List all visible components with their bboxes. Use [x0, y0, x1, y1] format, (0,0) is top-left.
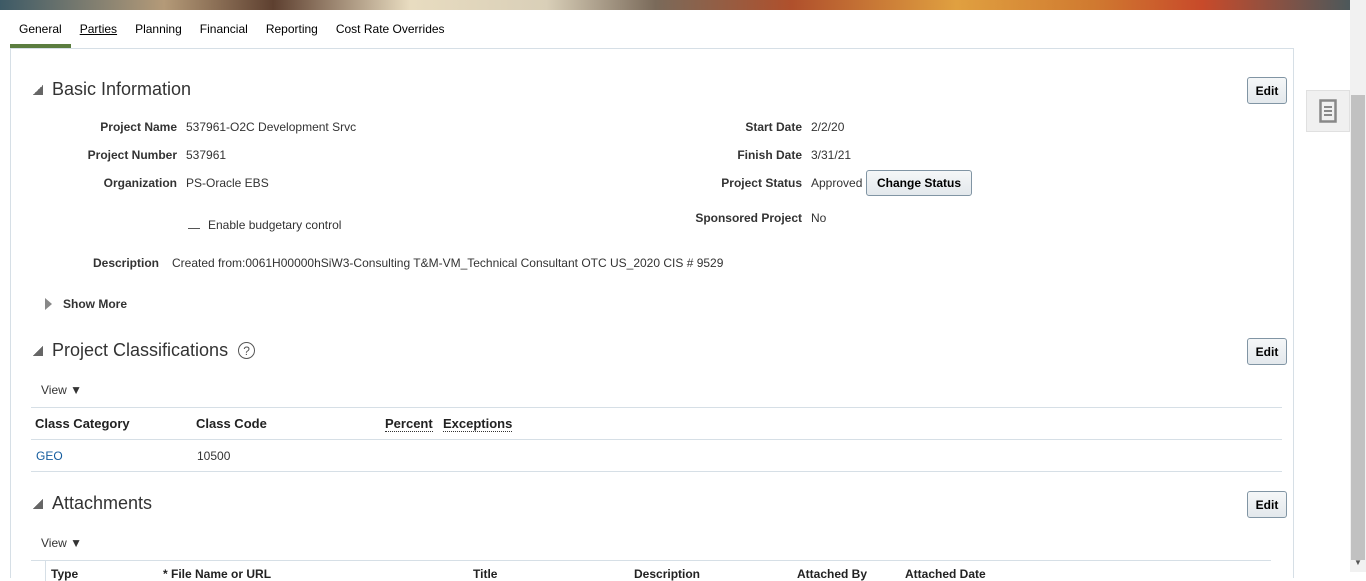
side-panel-toggle[interactable] — [1306, 90, 1350, 132]
tab-financial[interactable]: Financial — [191, 14, 257, 48]
classifications-edit-button[interactable]: Edit — [1247, 338, 1287, 365]
section-title: Attachments — [52, 493, 153, 513]
column-header-class-code[interactable]: Class Code — [196, 416, 267, 431]
show-more-toggle[interactable]: Show More — [45, 297, 127, 311]
basic-information-header[interactable]: Basic Information — [33, 79, 191, 100]
tab-cost-rate-overrides[interactable]: Cost Rate Overrides — [327, 14, 454, 48]
column-header-attached-by[interactable]: Attached By — [797, 567, 867, 581]
tab-planning[interactable]: Planning — [126, 14, 191, 48]
vertical-scrollbar[interactable]: ▼ — [1350, 0, 1366, 572]
section-title: Project Classifications — [52, 340, 229, 360]
column-header-attached-date[interactable]: Attached Date — [905, 567, 986, 581]
start-date-label: Start Date — [745, 120, 802, 134]
classifications-view-menu[interactable]: View ▼ — [41, 383, 82, 397]
attachments-edit-button[interactable]: Edit — [1247, 491, 1287, 518]
budgetary-control-checkbox: Enable budgetary control — [188, 218, 341, 232]
document-icon — [1319, 99, 1337, 123]
classifications-header[interactable]: Project Classifications? — [33, 340, 256, 361]
project-number-label: Project Number — [87, 148, 177, 162]
header-banner — [0, 0, 1366, 10]
column-header-title[interactable]: Title — [473, 567, 497, 581]
class-category-cell[interactable]: GEO — [36, 449, 63, 463]
column-header-file-name[interactable]: * File Name or URL — [163, 567, 271, 581]
column-header-class-category[interactable]: Class Category — [35, 416, 130, 431]
dropdown-arrow-icon: ▼ — [70, 383, 83, 397]
column-header-description[interactable]: Description — [634, 567, 700, 581]
column-header-percent[interactable]: Percent — [385, 416, 433, 432]
divider — [31, 407, 1282, 408]
collapse-icon — [33, 345, 43, 356]
project-name-value: 537961-O2C Development Srvc — [186, 120, 357, 134]
sponsored-project-label: Sponsored Project — [695, 211, 802, 225]
attachments-header[interactable]: Attachments — [33, 493, 152, 514]
description-label: Description — [92, 256, 159, 270]
basic-edit-button[interactable]: Edit — [1247, 77, 1287, 104]
project-status-value: Approved — [811, 176, 863, 190]
help-icon[interactable]: ? — [238, 342, 256, 359]
divider — [31, 439, 1282, 440]
scrollbar-thumb[interactable] — [1351, 95, 1365, 560]
unchecked-icon — [188, 227, 200, 229]
attachments-view-menu[interactable]: View ▼ — [41, 536, 82, 550]
finish-date-label: Finish Date — [737, 148, 802, 162]
organization-label: Organization — [103, 176, 177, 190]
tab-general[interactable]: General — [10, 14, 71, 48]
scroll-down-icon[interactable]: ▼ — [1354, 558, 1362, 567]
finish-date-value: 3/31/21 — [811, 148, 852, 162]
column-header-exceptions[interactable]: Exceptions — [443, 416, 513, 432]
project-number-value: 537961 — [186, 148, 227, 162]
tab-bar: General Parties Planning Financial Repor… — [10, 14, 454, 48]
view-label: View — [41, 536, 67, 550]
project-name-label: Project Name — [100, 120, 177, 134]
table-border — [45, 561, 46, 581]
dropdown-arrow-icon: ▼ — [70, 536, 83, 550]
tab-reporting[interactable]: Reporting — [257, 14, 327, 48]
general-panel: Basic Information Edit Project Name 5379… — [10, 48, 1294, 581]
start-date-value: 2/2/20 — [811, 120, 845, 134]
tab-parties[interactable]: Parties — [71, 14, 126, 48]
collapse-icon — [33, 84, 43, 95]
project-status-label: Project Status — [721, 176, 802, 190]
view-label: View — [41, 383, 67, 397]
organization-value: PS-Oracle EBS — [186, 176, 269, 190]
expand-icon — [45, 298, 52, 310]
change-status-button[interactable]: Change Status — [866, 170, 972, 196]
collapse-icon — [33, 498, 43, 509]
sponsored-project-value: No — [811, 211, 827, 225]
divider — [31, 560, 1271, 561]
divider — [31, 471, 1282, 472]
section-title: Basic Information — [52, 79, 192, 99]
budgetary-control-label: Enable budgetary control — [208, 218, 342, 232]
show-more-label: Show More — [63, 297, 128, 311]
column-header-type[interactable]: Type — [51, 567, 78, 581]
description-value: Created from:0061H00000hSiW3-Consulting … — [172, 256, 724, 270]
class-code-cell: 10500 — [197, 449, 231, 463]
